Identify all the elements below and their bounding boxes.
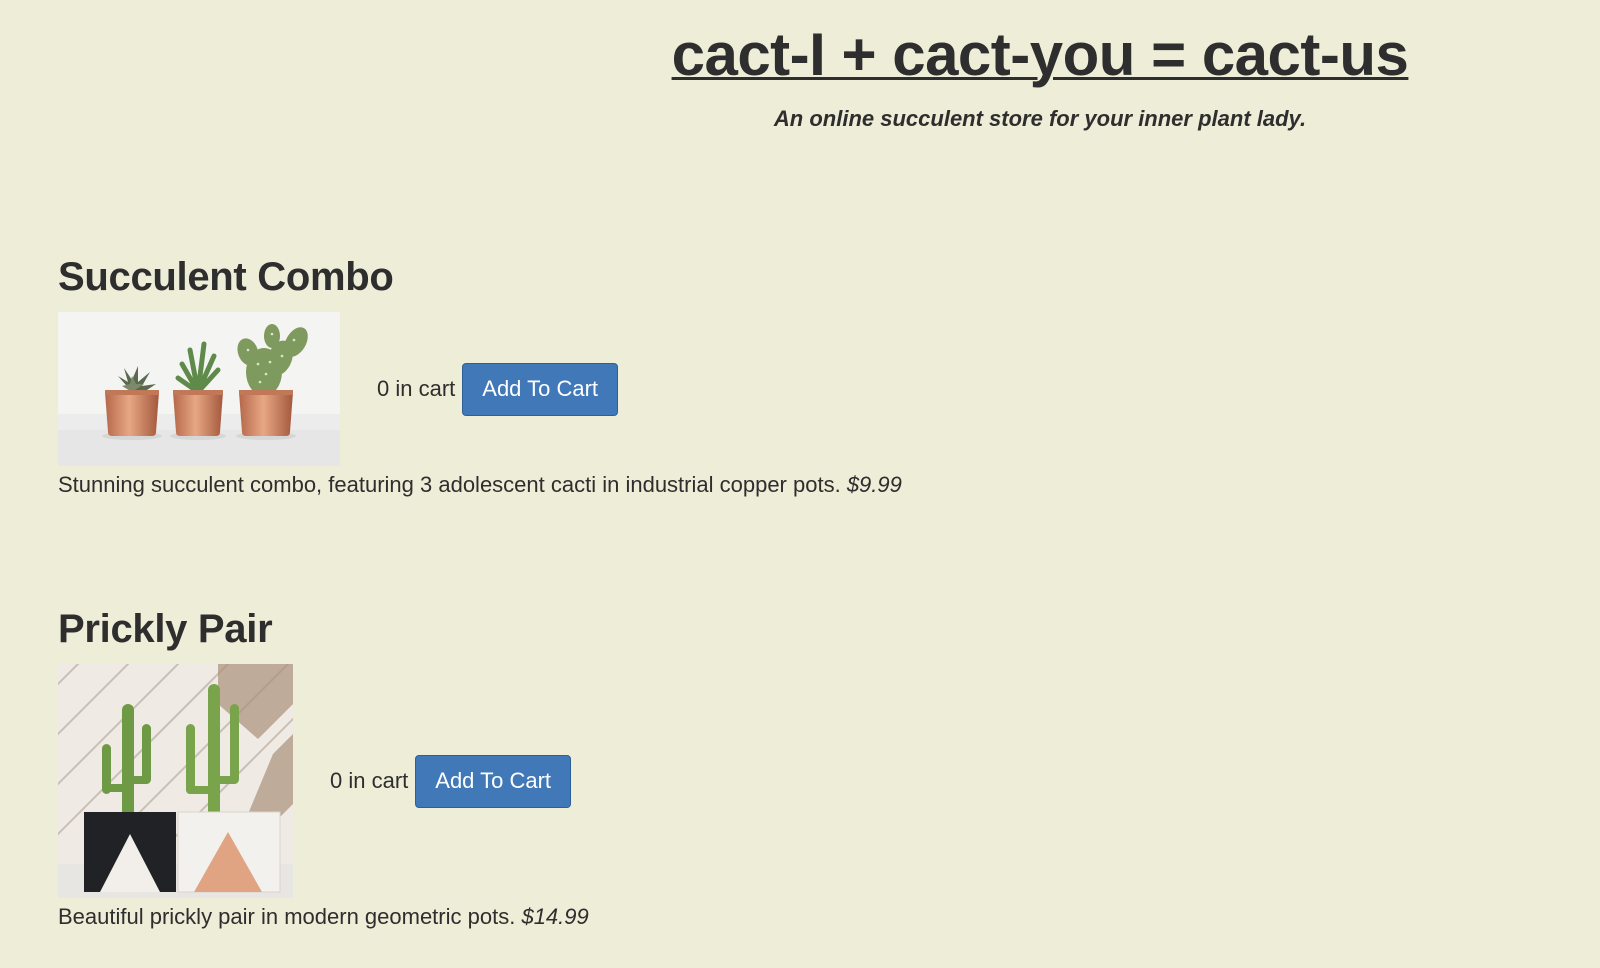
- product-name: Prickly Pair: [58, 607, 273, 651]
- product-row: 0 in cart Add To Cart: [58, 664, 589, 898]
- site-tagline: An online succulent store for your inner…: [773, 106, 1307, 131]
- product-prickly-pair: Prickly Pair 0 in cart Add To Cart Beaut…: [58, 607, 589, 930]
- product-description: Stunning succulent combo, featuring 3 ad…: [58, 472, 902, 498]
- description-text: Stunning succulent combo, featuring 3 ad…: [58, 472, 841, 497]
- product-description: Beautiful prickly pair in modern geometr…: [58, 904, 589, 930]
- page: cact-I + cact-you = cact-us An online su…: [0, 0, 1600, 968]
- cart-count: 0 in cart: [377, 376, 456, 401]
- product-image: [58, 312, 340, 466]
- add-to-cart-button[interactable]: Add To Cart: [415, 754, 572, 808]
- succulent-combo-photo: [58, 312, 340, 466]
- description-text: Beautiful prickly pair in modern geometr…: [58, 904, 516, 929]
- product-image: [58, 664, 293, 898]
- site-title-link[interactable]: cact-I + cact-you = cact-us: [672, 21, 1409, 88]
- cart-count: 0 in cart: [330, 768, 409, 793]
- prickly-pair-photo: [58, 664, 293, 898]
- product-price: $14.99: [521, 904, 589, 929]
- product-succulent-combo: Succulent Combo 0 in cart Add To Cart St…: [58, 255, 902, 498]
- site-title: cact-I + cact-you = cact-us: [0, 20, 1600, 89]
- add-to-cart-button[interactable]: Add To Cart: [462, 362, 619, 416]
- product-name: Succulent Combo: [58, 255, 394, 299]
- product-row: 0 in cart Add To Cart: [58, 312, 902, 466]
- product-price: $9.99: [846, 472, 902, 497]
